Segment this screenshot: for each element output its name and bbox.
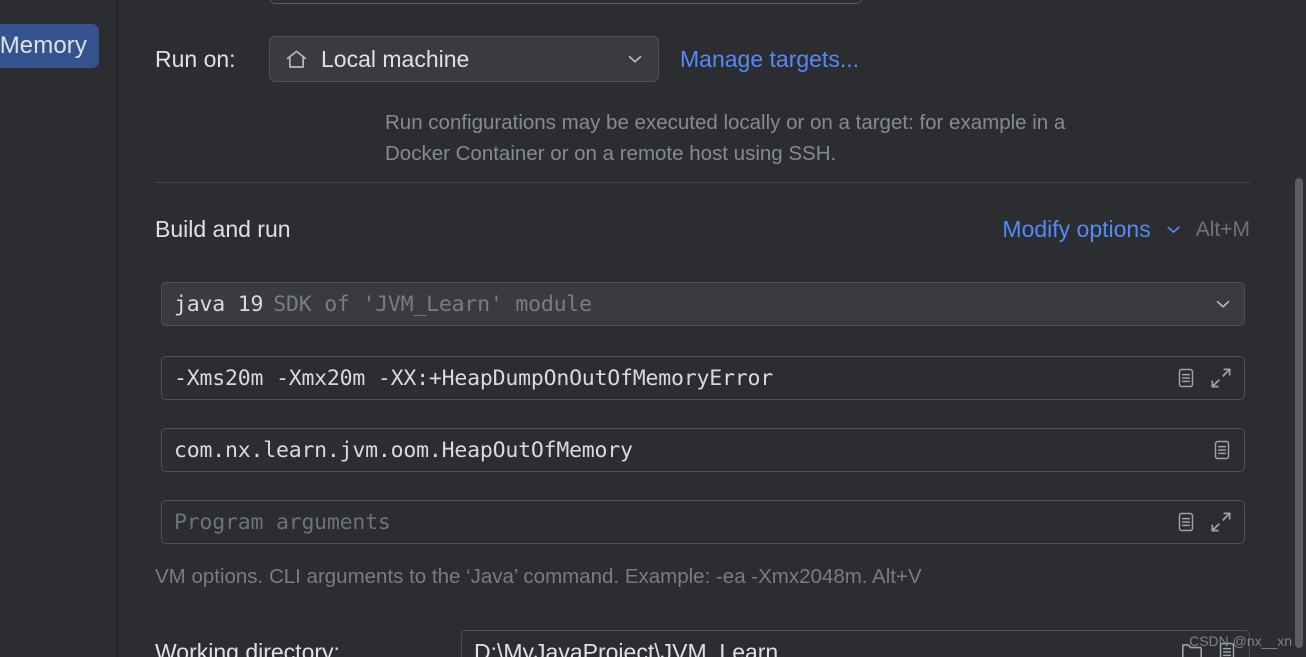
main-class-value: com.nx.learn.jvm.oom.HeapOutOfMemory xyxy=(174,437,633,463)
document-list-icon[interactable] xyxy=(1210,438,1234,462)
chevron-down-icon xyxy=(624,48,646,70)
vertical-scrollbar-thumb[interactable] xyxy=(1295,178,1303,648)
home-icon xyxy=(284,47,309,72)
main-class-field[interactable]: com.nx.learn.jvm.oom.HeapOutOfMemory xyxy=(161,428,1245,472)
build-and-run-header: Build and run Modify options Alt+M xyxy=(155,216,1250,243)
working-directory-value: D:\MyJavaProject\JVM_Learn xyxy=(474,638,779,657)
modify-options-link[interactable]: Modify options xyxy=(1002,216,1150,243)
configuration-main-panel: Run on: Local machine Manage targets... … xyxy=(119,0,1306,657)
expand-diagonal-icon[interactable] xyxy=(1208,509,1234,535)
main-class-field-icons xyxy=(1198,438,1234,462)
chevron-down-icon[interactable] xyxy=(1212,293,1234,315)
vm-options-field[interactable]: -Xms20m -Xmx20m -XX:+HeapDumpOnOutOfMemo… xyxy=(161,356,1245,400)
vm-options-help-text: VM options. CLI arguments to the ‘Java’ … xyxy=(155,565,922,588)
sidebar-item-memory[interactable]: Memory xyxy=(0,24,99,68)
run-on-label: Run on: xyxy=(155,45,236,72)
document-list-icon[interactable] xyxy=(1215,640,1239,657)
configuration-sidebar: Memory xyxy=(0,0,118,657)
run-target-value: Local machine xyxy=(321,45,470,72)
document-list-icon[interactable] xyxy=(1174,366,1198,390)
program-arguments-field-icons xyxy=(1162,509,1234,535)
chevron-down-icon[interactable] xyxy=(1163,219,1184,240)
working-directory-row: Working directory: D:\MyJavaProject\JVM_… xyxy=(155,630,1250,657)
run-configuration-dialog: Memory Run on: Local machine Manage targ… xyxy=(0,0,1306,657)
vm-options-field-icons xyxy=(1162,365,1234,391)
expand-diagonal-icon[interactable] xyxy=(1208,365,1234,391)
folder-icon[interactable] xyxy=(1179,639,1205,657)
run-target-dropdown[interactable]: Local machine xyxy=(269,36,659,82)
working-directory-label: Working directory: xyxy=(155,638,340,657)
jdk-suffix: SDK of 'JVM_Learn' module xyxy=(273,291,592,317)
program-arguments-placeholder: Program arguments xyxy=(174,509,391,535)
vertical-scrollbar-track[interactable] xyxy=(1292,0,1306,657)
working-directory-field-icons xyxy=(1167,639,1239,657)
manage-targets-link[interactable]: Manage targets... xyxy=(680,46,859,73)
jdk-value: java 19 xyxy=(174,291,264,317)
working-directory-field[interactable]: D:\MyJavaProject\JVM_Learn xyxy=(461,630,1250,657)
jdk-selector-field[interactable]: java 19 SDK of 'JVM_Learn' module xyxy=(161,282,1245,326)
program-arguments-field[interactable]: Program arguments xyxy=(161,500,1245,544)
run-on-row: Run on: Local machine Manage targets... xyxy=(155,36,859,82)
section-divider xyxy=(155,182,1250,183)
run-on-hint-text: Run configurations may be executed local… xyxy=(385,111,1066,165)
jdk-field-icons xyxy=(1200,293,1234,315)
clipped-field-above xyxy=(270,0,862,4)
section-header-actions: Modify options Alt+M xyxy=(1002,216,1250,243)
sidebar-item-label: Memory xyxy=(0,32,87,59)
section-title: Build and run xyxy=(155,216,291,242)
vm-options-value: -Xms20m -Xmx20m -XX:+HeapDumpOnOutOfMemo… xyxy=(174,365,773,391)
modify-options-shortcut: Alt+M xyxy=(1195,217,1250,241)
document-list-icon[interactable] xyxy=(1174,510,1198,534)
